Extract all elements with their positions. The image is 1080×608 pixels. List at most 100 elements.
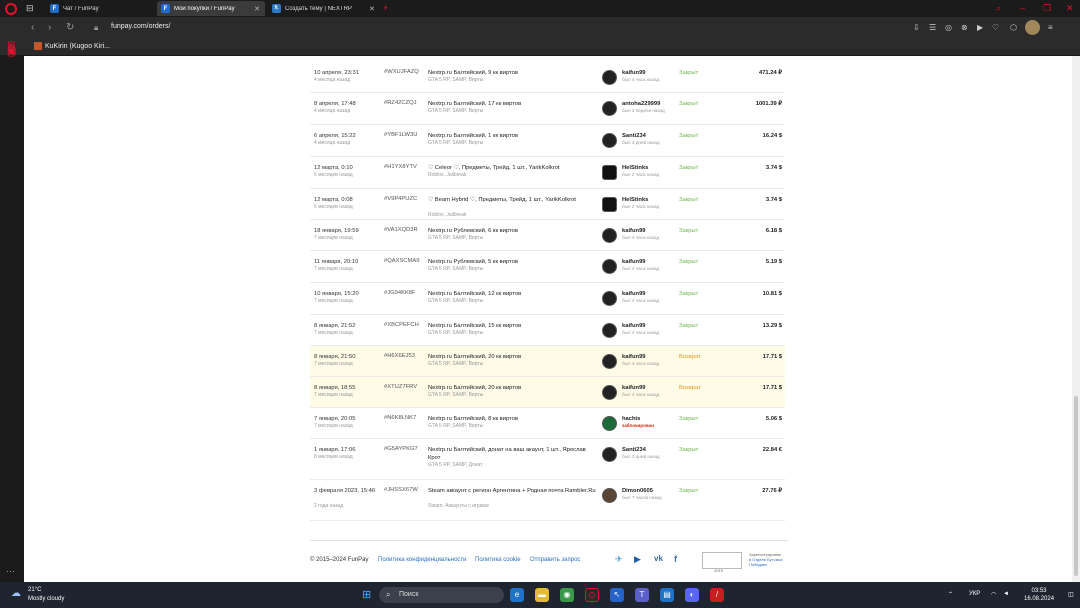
seller-name[interactable]: HelStinks xyxy=(622,165,648,171)
order-id[interactable]: #XBCPEFCH xyxy=(384,322,419,328)
chrome-icon[interactable]: ◉ xyxy=(560,588,574,602)
new-tab-icon[interactable]: + xyxy=(383,2,388,15)
order-row[interactable]: 11 января, 20:10 7 месяцев назад #QAXSCMA9… xyxy=(310,251,785,283)
seller-name[interactable]: kaifun99 xyxy=(622,354,646,360)
order-title[interactable]: Nextrp.ru Балтийский, 12 кк виртов xyxy=(428,290,596,298)
bookmark-kukirin[interactable]: KuKirin (Kugoo Kiri... xyxy=(34,42,110,50)
seller-name[interactable]: Dimon0605 xyxy=(622,488,653,494)
workspaces-icon[interactable]: ⊟ xyxy=(26,2,34,15)
order-row[interactable]: 3 февраля 2023, 15:46 2 года назад #JHSSX6… xyxy=(310,480,785,521)
order-row[interactable]: 12 марта, 0:08 5 месяцев назад #V9P4PUZC ♡ … xyxy=(310,189,785,220)
skull-avatar[interactable] xyxy=(602,385,617,400)
language-indicator[interactable]: УКР xyxy=(969,591,980,597)
seller-name[interactable]: Santi234 xyxy=(622,447,646,453)
skull-avatar[interactable] xyxy=(602,133,617,148)
skull-avatar[interactable] xyxy=(602,259,617,274)
facebook-icon[interactable]: f xyxy=(674,553,677,565)
maximize-icon[interactable]: ❐ xyxy=(1043,3,1051,14)
helmet-avatar[interactable] xyxy=(602,165,617,180)
clock[interactable]: 03:53 16.08.2024 xyxy=(1024,587,1054,603)
order-row[interactable]: 8 января, 18:55 7 месяцев назад #XTUZ7FRV N… xyxy=(310,377,785,408)
profile-avatar[interactable] xyxy=(1025,20,1040,35)
cookie-link[interactable]: Политика cookie xyxy=(475,557,521,563)
notification-icon[interactable]: ◫ xyxy=(1068,591,1074,598)
seller-name[interactable]: antoha229999 xyxy=(622,101,660,107)
order-title[interactable]: Nextrp.ru Рублевский, 6 кк виртов xyxy=(428,227,596,235)
order-id[interactable]: #G5AYPKG7 xyxy=(384,446,418,452)
tab-nextrp[interactable]: ᥰ Создать тему | NEXTRP ✕ xyxy=(268,1,380,16)
discord-icon[interactable]: ◐ xyxy=(685,588,699,602)
lock-icon[interactable]: 🔒︎ xyxy=(94,22,98,34)
order-id[interactable]: #V9P4PUZC xyxy=(384,196,417,202)
order-id[interactable]: #JHSSX67W xyxy=(384,487,418,493)
seller-name[interactable]: kaifun99 xyxy=(622,70,646,76)
extensions-icon[interactable]: ⬡ xyxy=(1010,22,1017,34)
minimize-icon[interactable]: – xyxy=(1020,3,1025,14)
order-row[interactable]: 6 апреля, 15:22 4 месяца назад #YBF1LW3U Ne… xyxy=(310,125,785,157)
order-id[interactable]: #H6X6EJ53 xyxy=(384,353,415,359)
order-id[interactable]: #WXUJFAZQ xyxy=(384,69,419,75)
privacy-link[interactable]: Политика конфиденциальности xyxy=(378,557,467,563)
search-tabs-icon[interactable]: ⌕ xyxy=(996,3,1001,14)
cursor-app-icon[interactable]: ↖ xyxy=(610,588,624,602)
seller-name[interactable]: HelStinks xyxy=(622,197,648,203)
file-explorer-icon[interactable]: ▬ xyxy=(535,588,549,602)
url-field[interactable]: funpay.com/orders/ xyxy=(111,23,170,30)
vpn-icon[interactable]: ▶ xyxy=(977,22,983,34)
skull-avatar[interactable] xyxy=(602,291,617,306)
order-row[interactable]: 18 января, 19:59 7 месяцев назад #VA1XQD3R… xyxy=(310,220,785,251)
opera-logo-icon[interactable] xyxy=(5,3,17,15)
tab-chat[interactable]: F Чат / FunPay xyxy=(46,1,142,16)
menu-icon[interactable]: ≡ xyxy=(1048,22,1053,34)
easy-setup-icon[interactable]: ☰ xyxy=(929,22,936,34)
scrollbar[interactable] xyxy=(1072,56,1080,582)
taskbar-search[interactable]: ⌕ Поиск xyxy=(379,587,504,603)
seller-name[interactable]: kaifun99 xyxy=(622,323,646,329)
skull-avatar[interactable] xyxy=(602,70,617,85)
order-title[interactable]: Nextrp.ru Балтийский, 15 кк виртов xyxy=(428,322,596,330)
order-title[interactable]: ♡ Beam Hybrid ♡, Предметы, Трейд, 1 шт.,… xyxy=(428,196,596,204)
more-icon[interactable]: ··· xyxy=(6,566,15,576)
order-id[interactable]: #QAXSCMA9 xyxy=(384,258,419,264)
order-title[interactable]: Nextrp.ru Балтийский, 8 кк виртов xyxy=(428,415,596,423)
back-icon[interactable]: ‹ xyxy=(31,22,34,34)
order-id[interactable]: #N6K8LNK7 xyxy=(384,415,416,421)
volume-icon[interactable]: ◄ xyxy=(1003,591,1009,597)
order-title[interactable]: Nextrp.ru Рублевский, 5 кк виртов xyxy=(428,258,596,266)
order-row[interactable]: 10 апреля, 23:31 4 месяца назад #WXUJFAZQ N… xyxy=(310,62,785,93)
helmet-avatar[interactable] xyxy=(602,197,617,212)
order-row[interactable]: 10 января, 15:20 7 месяцев назад #JG94KK8F… xyxy=(310,283,785,315)
seller-name[interactable]: kaifun99 xyxy=(622,385,646,391)
order-id[interactable]: #YBF1LW3U xyxy=(384,132,417,138)
skull-avatar[interactable] xyxy=(602,447,617,462)
vk-icon[interactable]: vk xyxy=(654,553,663,565)
download-icon[interactable]: ⇩ xyxy=(913,22,920,34)
telegram-icon[interactable]: ✈ xyxy=(615,553,623,565)
order-title[interactable]: Nextrp.ru Балтийский, донат на ваш акаун… xyxy=(428,446,596,462)
red-app-icon[interactable]: / xyxy=(710,588,724,602)
support-link[interactable]: Отправить запрос xyxy=(530,557,580,563)
edge-icon[interactable]: e xyxy=(510,588,524,602)
seller-name[interactable]: kaifun99 xyxy=(622,228,646,234)
teams-icon[interactable]: T xyxy=(635,588,649,602)
skull-avatar[interactable] xyxy=(602,323,617,338)
close-tab-icon[interactable]: ✕ xyxy=(254,5,260,13)
order-id[interactable]: #JG94KK8F xyxy=(384,290,416,296)
photo-avatar[interactable] xyxy=(602,488,617,503)
settings-icon[interactable]: ⚙ xyxy=(7,44,16,56)
seller-name[interactable]: hachis xyxy=(622,416,640,422)
reload-icon[interactable]: ↻ xyxy=(66,22,74,34)
order-title[interactable]: Nextrp.ru Балтийский, 17 кк виртов xyxy=(428,100,596,108)
order-title[interactable]: Steam аккаунт с регион Аргентина + Родна… xyxy=(428,487,596,495)
skull-avatar[interactable] xyxy=(602,101,617,116)
order-title[interactable]: Nextrp.ru Балтийский, 1 кк виртов xyxy=(428,132,596,140)
seller-name[interactable]: kaifun99 xyxy=(622,259,646,265)
close-tab-icon[interactable]: ✕ xyxy=(369,5,375,13)
close-window-icon[interactable]: ✕ xyxy=(1066,3,1074,14)
order-id[interactable]: #XTUZ7FRV xyxy=(384,384,417,390)
scrollbar-thumb[interactable] xyxy=(1074,396,1078,576)
network-icon[interactable]: ◠ xyxy=(991,591,996,598)
order-row[interactable]: 8 января, 21:52 7 месяцев назад #XBCPEFCH N… xyxy=(310,315,785,346)
forward-icon[interactable]: › xyxy=(48,22,51,34)
skull-avatar[interactable] xyxy=(602,354,617,369)
